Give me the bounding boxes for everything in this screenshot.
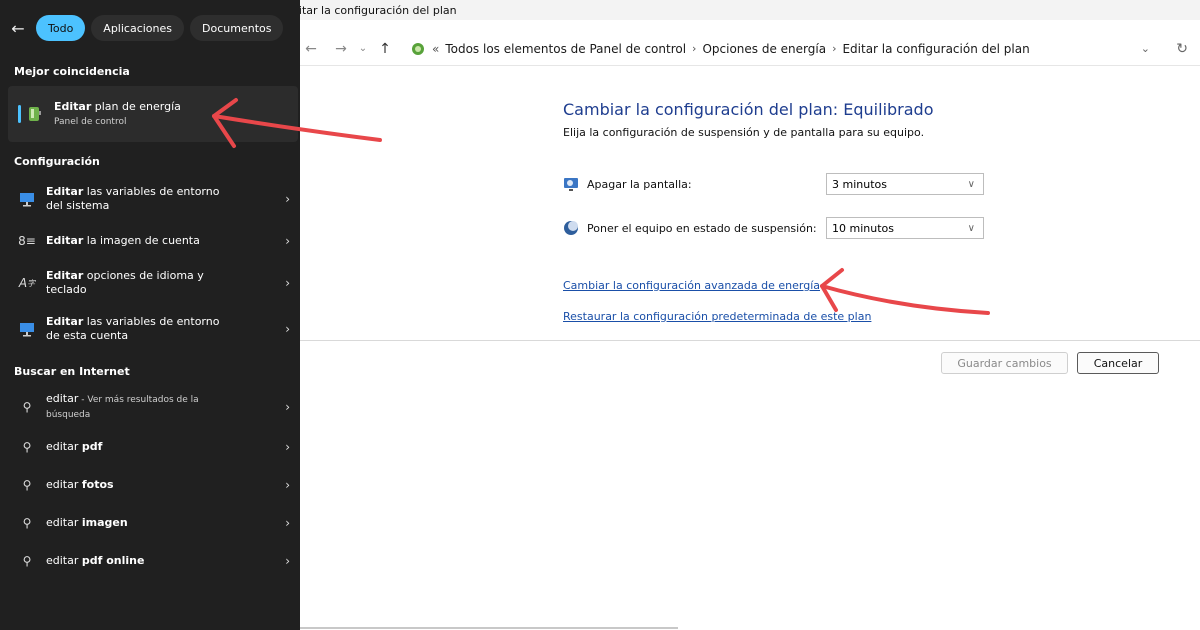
- page-subtitle: Elija la configuración de suspensión y d…: [563, 126, 925, 139]
- web-result[interactable]: ⚲ editar pdf online ›: [0, 542, 300, 580]
- cancel-button[interactable]: Cancelar: [1077, 352, 1159, 374]
- address-dropdown-icon[interactable]: ⌄: [1141, 42, 1150, 55]
- sleep-select[interactable]: 10 minutos ∨: [826, 217, 984, 239]
- language-icon: A字: [18, 276, 36, 290]
- web-result[interactable]: ⚲ editar - Ver más resultados de la búsq…: [0, 386, 300, 428]
- search-icon: ⚲: [22, 440, 32, 454]
- forward-arrow-icon[interactable]: →: [330, 41, 352, 57]
- chevron-down-icon: ∨: [967, 178, 975, 190]
- web-results: ⚲ editar - Ver más resultados de la búsq…: [0, 386, 300, 580]
- section-header: Mejor coincidencia: [14, 64, 130, 78]
- start-search-panel: ← Todo Aplicaciones Documentos Mejor coi…: [0, 0, 300, 630]
- back-arrow-icon[interactable]: ←: [6, 19, 30, 38]
- back-arrow-icon[interactable]: ←: [300, 41, 322, 57]
- display-off-select[interactable]: 3 minutos ∨: [826, 173, 984, 195]
- overflow-icon[interactable]: «: [432, 42, 439, 56]
- account-icon: 8≡: [18, 234, 36, 248]
- settings-item[interactable]: Editar las variables de entorno del sist…: [0, 176, 300, 222]
- chevron-right-icon: ›: [285, 440, 290, 454]
- chevron-right-icon: ›: [285, 322, 290, 336]
- breadcrumb-separator-icon: ›: [692, 42, 697, 55]
- selection-indicator: [18, 105, 21, 123]
- breadcrumb-item[interactable]: Todos los elementos de Panel de control: [445, 42, 686, 56]
- restore-defaults-link[interactable]: Restaurar la configuración predeterminad…: [563, 310, 871, 323]
- filter-bar: ← Todo Aplicaciones Documentos: [0, 0, 300, 56]
- address-bar[interactable]: ← → ⌄ ↑ « Todos los elementos de Panel d…: [300, 32, 1200, 66]
- chevron-right-icon: ›: [285, 478, 290, 492]
- display-off-setting: Apagar la pantalla:: [563, 172, 692, 196]
- tab-apps[interactable]: Aplicaciones: [91, 15, 185, 41]
- divider: [300, 627, 678, 629]
- advanced-settings-link[interactable]: Cambiar la configuración avanzada de ene…: [563, 279, 820, 292]
- chevron-right-icon: ›: [285, 234, 290, 248]
- divider: [300, 340, 1200, 341]
- up-arrow-icon[interactable]: ↑: [374, 41, 396, 57]
- window-title: Editar la configuración del plan: [268, 0, 688, 20]
- best-match-subtitle: Panel de control: [54, 116, 127, 127]
- refresh-icon[interactable]: ↻: [1176, 41, 1188, 57]
- breadcrumb-item[interactable]: Editar la configuración del plan: [842, 42, 1029, 56]
- control-panel-icon: [412, 42, 424, 55]
- power-plan-icon: [26, 105, 44, 123]
- page-title: Cambiar la configuración del plan: Equil…: [563, 100, 934, 119]
- tab-all[interactable]: Todo: [36, 15, 86, 41]
- recent-chevron-icon[interactable]: ⌄: [352, 43, 374, 54]
- breadcrumb-separator-icon: ›: [832, 42, 837, 55]
- breadcrumb: « Todos los elementos de Panel de contro…: [410, 42, 1030, 56]
- save-button[interactable]: Guardar cambios: [941, 352, 1068, 374]
- section-header: Buscar en Internet: [14, 364, 130, 378]
- web-result[interactable]: ⚲ editar imagen ›: [0, 504, 300, 542]
- search-icon: ⚲: [22, 478, 32, 492]
- settings-item[interactable]: Editar las variables de entorno de esta …: [0, 306, 300, 352]
- display-icon: [564, 178, 578, 191]
- sleep-icon: [564, 221, 578, 235]
- search-icon: ⚲: [22, 516, 32, 530]
- best-match-title-bold: Editar: [54, 99, 92, 113]
- web-result[interactable]: ⚲ editar fotos ›: [0, 466, 300, 504]
- chevron-down-icon: ∨: [967, 222, 975, 234]
- monitor-icon: [18, 190, 36, 208]
- sleep-setting: Poner el equipo en estado de suspensión:: [563, 216, 817, 240]
- breadcrumb-item[interactable]: Opciones de energía: [702, 42, 826, 56]
- section-header: Configuración: [14, 154, 100, 168]
- settings-item[interactable]: A字 Editar opciones de idioma y teclado ›: [0, 260, 300, 306]
- best-match-title: plan de energía: [91, 99, 181, 113]
- settings-item[interactable]: 8≡ Editar la imagen de cuenta ›: [0, 222, 300, 260]
- search-icon: ⚲: [22, 400, 32, 414]
- monitor-icon: [18, 320, 36, 338]
- search-icon: ⚲: [22, 554, 32, 568]
- chevron-right-icon: ›: [285, 516, 290, 530]
- chevron-right-icon: ›: [285, 192, 290, 206]
- tab-documents[interactable]: Documentos: [190, 15, 284, 41]
- web-result[interactable]: ⚲ editar pdf ›: [0, 428, 300, 466]
- chevron-right-icon: ›: [285, 400, 290, 414]
- chevron-right-icon: ›: [285, 554, 290, 568]
- best-match-item[interactable]: Editar plan de energía Panel de control: [8, 86, 298, 142]
- chevron-right-icon: ›: [285, 276, 290, 290]
